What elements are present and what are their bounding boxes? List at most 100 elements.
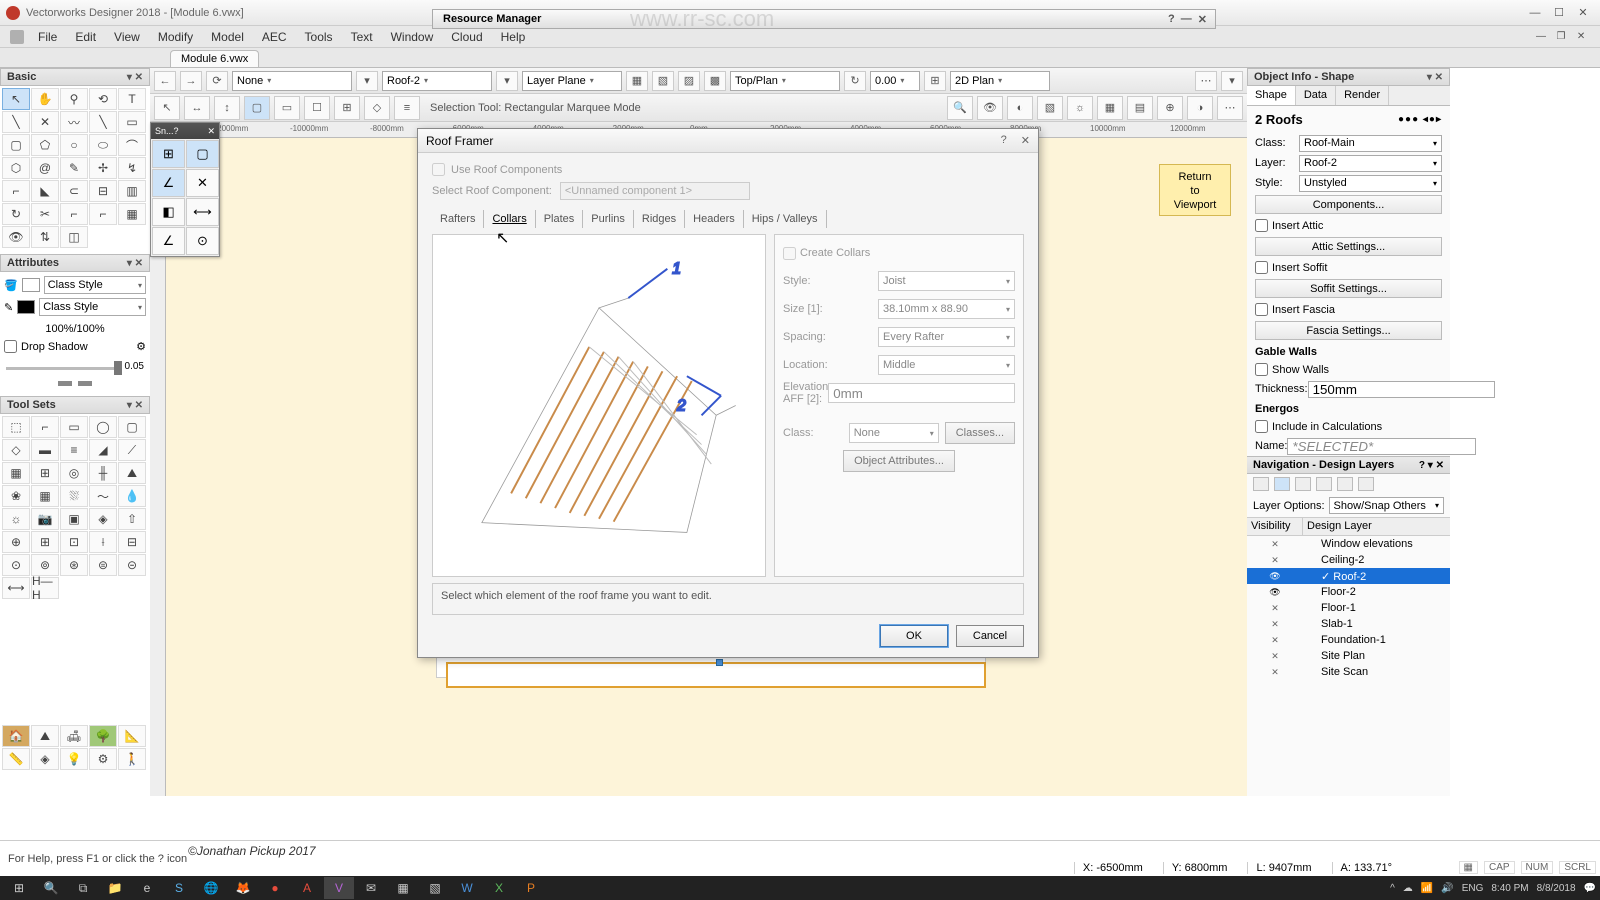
view-select[interactable]: Top/Plan — [730, 71, 840, 91]
tb-word[interactable]: W — [452, 877, 482, 899]
ts-pilaster[interactable]: ▢ — [118, 416, 146, 438]
tob-mode6[interactable]: ☐ — [304, 96, 330, 120]
reshape-tool[interactable]: ↯ — [118, 157, 146, 179]
pen-icon[interactable]: ✎ — [4, 301, 13, 314]
rm-close[interactable]: ✕ — [1198, 13, 1207, 26]
snap-close[interactable]: ✕ — [207, 126, 215, 137]
snap-grid-toggle[interactable]: ⊞ — [152, 140, 185, 168]
tsc-machine[interactable]: ⚙ — [89, 748, 117, 770]
menu-model[interactable]: Model — [203, 28, 252, 46]
regular-poly-tool[interactable]: ⬡ — [2, 157, 30, 179]
class-opts[interactable]: ▾ — [356, 71, 378, 91]
mdi-minimize[interactable]: — — [1532, 29, 1550, 45]
search-button[interactable]: 🔍 — [36, 877, 66, 899]
menu-edit[interactable]: Edit — [67, 28, 104, 46]
tb-acrobat[interactable]: A — [292, 877, 322, 899]
plane-icon3[interactable]: ▨ — [678, 71, 700, 91]
tray-onedrive[interactable]: ☁ — [1403, 883, 1413, 894]
push-pull-tool[interactable]: ⇅ — [31, 226, 59, 248]
oi-class-select[interactable]: Roof-Main — [1299, 135, 1442, 152]
ts-hvac[interactable]: ◎ — [60, 462, 88, 484]
tob-b8[interactable]: ⋯ — [1217, 96, 1243, 120]
tb-skype[interactable]: S — [164, 877, 194, 899]
ts-railing[interactable]: ╫ — [89, 462, 117, 484]
viewbar-more[interactable]: ⋯ — [1195, 71, 1217, 91]
menu-view[interactable]: View — [106, 28, 148, 46]
rm-min[interactable]: — — [1181, 13, 1192, 26]
dialog-close[interactable]: ✕ — [1021, 134, 1030, 147]
snap-intersect-toggle[interactable]: ✕ — [186, 169, 219, 197]
rectangle-tool[interactable]: ▭ — [118, 111, 146, 133]
menu-help[interactable]: Help — [493, 28, 534, 46]
tb-explorer[interactable]: 📁 — [100, 877, 130, 899]
objinfo-nav-dots[interactable]: ●●● ◂●▸ — [1398, 114, 1442, 125]
ts-space[interactable]: ▦ — [2, 462, 30, 484]
tb-app1[interactable]: ● — [260, 877, 290, 899]
ts-marker5[interactable]: ⊝ — [118, 554, 146, 576]
snap-help[interactable]: ? — [174, 126, 179, 136]
tob-mode8[interactable]: ◇ — [364, 96, 390, 120]
tob-visibility[interactable]: 👁 — [977, 96, 1003, 120]
render-select[interactable]: 2D Plan — [950, 71, 1050, 91]
tab-rafters[interactable]: Rafters — [432, 210, 484, 228]
mdi-close[interactable]: ✕ — [1572, 29, 1590, 45]
forward-button[interactable]: → — [180, 71, 202, 91]
tb-excel[interactable]: X — [484, 877, 514, 899]
layer-select[interactable]: Roof-2 — [382, 71, 492, 91]
eyedropper-tool[interactable]: ✎ — [60, 157, 88, 179]
oi-insert-fascia-check[interactable] — [1255, 303, 1268, 316]
tob-b6[interactable]: ⊕ — [1157, 96, 1183, 120]
layer-row[interactable]: ✕Ceiling-2 — [1247, 552, 1450, 568]
snap-smart-toggle[interactable]: ◧ — [152, 198, 185, 226]
dialog-titlebar[interactable]: Roof Framer ?✕ — [418, 129, 1038, 153]
rotation-icon[interactable]: ↻ — [844, 71, 866, 91]
fill-icon[interactable]: 🪣 — [4, 279, 18, 292]
ts-site[interactable]: ⛰ — [118, 462, 146, 484]
ts-ramp[interactable]: ◢ — [89, 439, 117, 461]
line-start-marker[interactable] — [58, 381, 72, 386]
tb-app2[interactable]: ▦ — [388, 877, 418, 899]
spiral-tool[interactable]: @ — [31, 157, 59, 179]
tab-ridges[interactable]: Ridges — [634, 210, 685, 228]
ts-window[interactable]: ▭ — [60, 416, 88, 438]
oi-layer-select[interactable]: Roof-2 — [1299, 155, 1442, 172]
fill-mode-select[interactable]: Class Style — [44, 276, 146, 294]
tb-mail[interactable]: ✉ — [356, 877, 386, 899]
tsc-site[interactable]: ⛰ — [31, 725, 59, 747]
layer-row[interactable]: ✕Foundation-1 — [1247, 632, 1450, 648]
ts-dim[interactable]: ⟷ — [2, 577, 30, 599]
layer-row[interactable]: ✕Site Scan — [1247, 664, 1450, 680]
locus-tool[interactable]: ✢ — [89, 157, 117, 179]
nav-tab-classes[interactable] — [1253, 477, 1269, 491]
layer-opts[interactable]: ▾ — [496, 71, 518, 91]
menu-tools[interactable]: Tools — [297, 28, 341, 46]
layer-row[interactable]: 👁Roof-2 — [1247, 568, 1450, 584]
tab-collars[interactable]: Collars — [484, 210, 535, 228]
tob-mode1[interactable]: ↖ — [154, 96, 180, 120]
tob-mode5[interactable]: ▭ — [274, 96, 300, 120]
rounded-rect-tool[interactable]: ▢ — [2, 134, 30, 156]
tsc-walkthrough[interactable]: 🚶 — [118, 748, 146, 770]
close-button[interactable]: ✕ — [1572, 4, 1594, 22]
objinfo-close[interactable]: ▾ ✕ — [1427, 72, 1443, 83]
ts-dim-h[interactable]: H—H — [31, 577, 59, 599]
selected-roof-object[interactable] — [446, 662, 986, 688]
ts-landscape[interactable]: ⛆ — [60, 485, 88, 507]
plane-icon1[interactable]: ▦ — [626, 71, 648, 91]
layer-row[interactable]: ✕Slab-1 — [1247, 616, 1450, 632]
tab-hips-valleys[interactable]: Hips / Valleys — [744, 210, 827, 228]
class-select[interactable]: None — [232, 71, 352, 91]
double-line-tool[interactable]: ╲ — [89, 111, 117, 133]
symbol-tool[interactable]: ◫ — [60, 226, 88, 248]
lt-col-layer[interactable]: Design Layer — [1303, 518, 1450, 535]
tb-edge[interactable]: e — [132, 877, 162, 899]
ts-marker1[interactable]: ⊙ — [2, 554, 30, 576]
ok-button[interactable]: OK — [880, 625, 948, 647]
offset-tool[interactable]: ⊂ — [60, 180, 88, 202]
text-tool[interactable]: T — [118, 88, 146, 110]
oi-thickness-input[interactable] — [1308, 381, 1495, 398]
snapping-palette[interactable]: Sn...?✕ ⊞ ▢ ∠ ✕ ◧ ⟷ ∠ ⊙ — [150, 122, 220, 257]
oi-tab-render[interactable]: Render — [1336, 86, 1389, 105]
file-icon[interactable] — [10, 30, 24, 44]
render-icon[interactable]: ⊞ — [924, 71, 946, 91]
